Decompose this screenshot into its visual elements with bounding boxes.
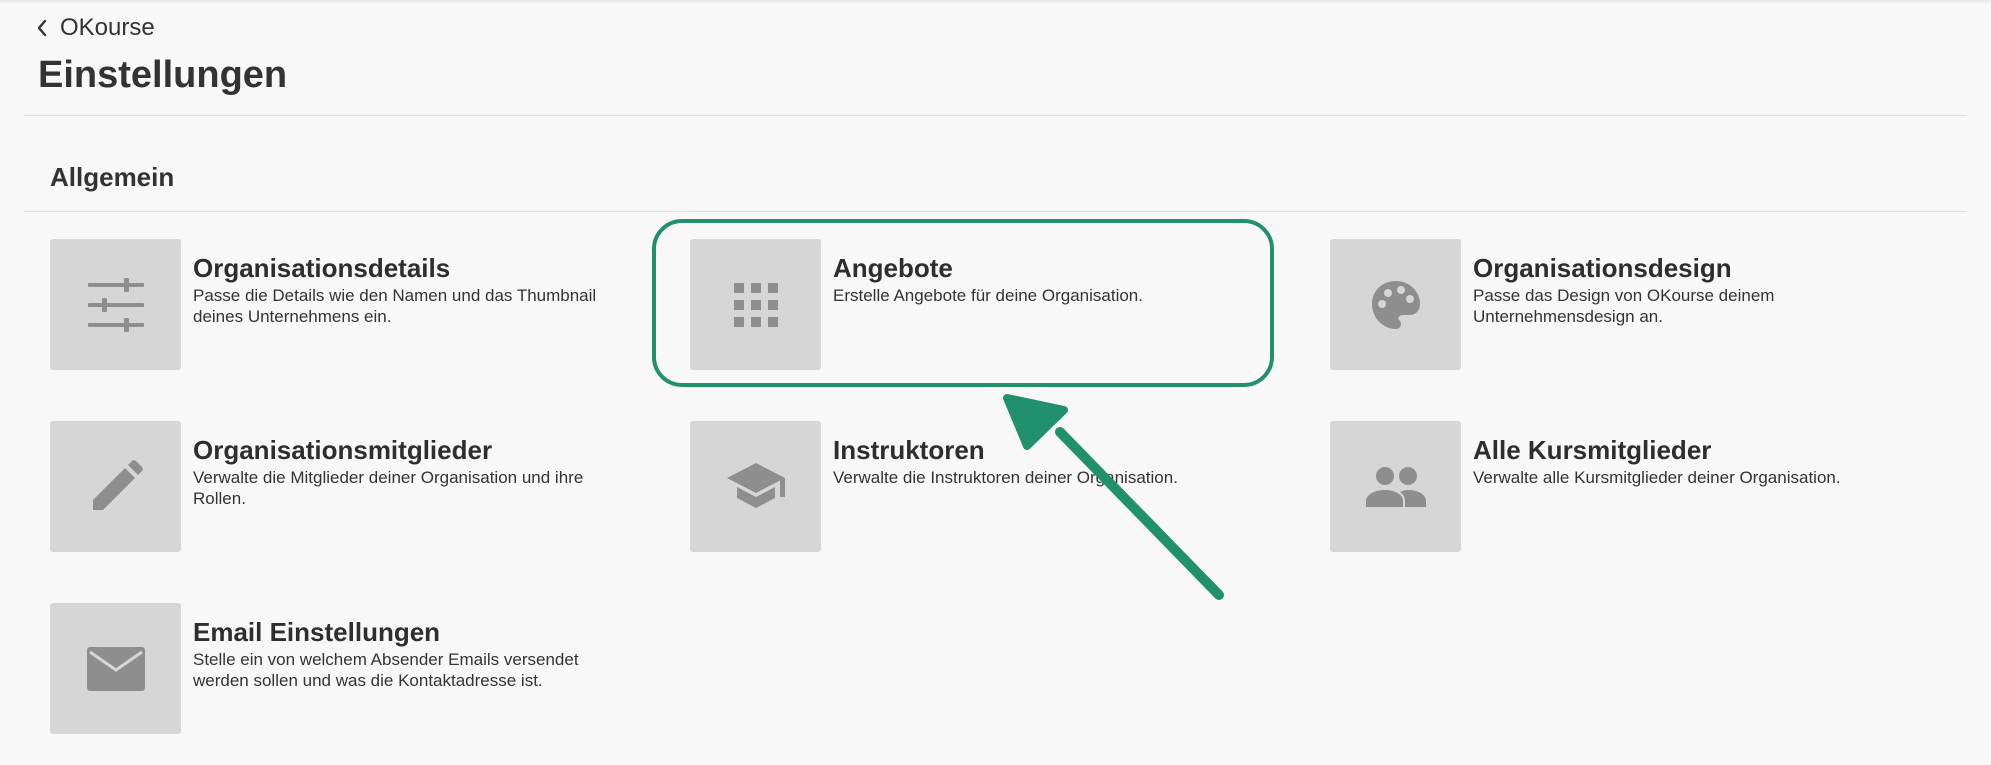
card-description: Passe das Design von OKourse deinem Unte… (1473, 286, 1775, 326)
page-title: Einstellungen (38, 54, 288, 96)
pencil-icon (92, 459, 143, 510)
card-description: Verwalte alle Kursmitglieder deiner Orga… (1473, 468, 1841, 487)
card-alle-kursmitglieder[interactable]: Alle Kursmitglieder Verwalte alle Kursmi… (1330, 421, 1890, 553)
back-link-label: OKourse (60, 14, 155, 41)
card-thumbnail (690, 239, 821, 370)
card-description: Verwalte die Instruktoren deiner Organis… (833, 468, 1178, 487)
section-title: Allgemein (50, 162, 175, 192)
sliders-icon (87, 277, 144, 332)
card-thumbnail (50, 421, 181, 552)
card-organisationsdesign[interactable]: Organisationsdesign Passe das Design von… (1330, 239, 1890, 371)
top-bar-shadow (0, 0, 1991, 4)
card-thumbnail (690, 421, 821, 552)
people-icon (1365, 466, 1426, 507)
card-thumbnail (50, 239, 181, 370)
card-thumbnail (50, 603, 181, 734)
card-email-einstellungen[interactable]: Email Einstellungen Stelle ein von welch… (50, 603, 610, 735)
card-description: Passe die Details wie den Namen und das … (193, 286, 597, 326)
graduation-cap-icon (726, 462, 785, 508)
card-thumbnail (1330, 421, 1461, 552)
palette-icon (1371, 280, 1420, 329)
card-title: Instruktoren (833, 435, 985, 465)
back-link[interactable]: OKourse (36, 14, 155, 42)
card-thumbnail (1330, 239, 1461, 370)
card-title: Organisationsdesign (1473, 253, 1732, 283)
card-title: Organisationsmitglieder (193, 435, 493, 465)
card-title: Alle Kursmitglieder (1473, 435, 1712, 465)
grid-icon (733, 282, 778, 327)
card-organisationsmitglieder[interactable]: Organisationsmitglieder Verwalte die Mit… (50, 421, 610, 553)
card-description: Erstelle Angebote für deine Organisation… (833, 286, 1143, 305)
section-divider (24, 211, 1967, 212)
card-organisationsdetails[interactable]: Organisationsdetails Passe die Details w… (50, 239, 610, 371)
card-description: Verwalte die Mitglieder deiner Organisat… (193, 468, 584, 508)
chevron-left-icon (37, 19, 47, 37)
header-divider (24, 115, 1967, 116)
card-description: Stelle ein von welchem Absender Emails v… (193, 650, 579, 690)
envelope-icon (86, 646, 145, 691)
card-title: Email Einstellungen (193, 617, 441, 647)
card-angebote[interactable]: Angebote Erstelle Angebote für deine Org… (690, 239, 1250, 371)
card-title: Angebote (833, 253, 953, 283)
card-instruktoren[interactable]: Instruktoren Verwalte die Instruktoren d… (690, 421, 1250, 553)
card-title: Organisationsdetails (193, 253, 451, 283)
